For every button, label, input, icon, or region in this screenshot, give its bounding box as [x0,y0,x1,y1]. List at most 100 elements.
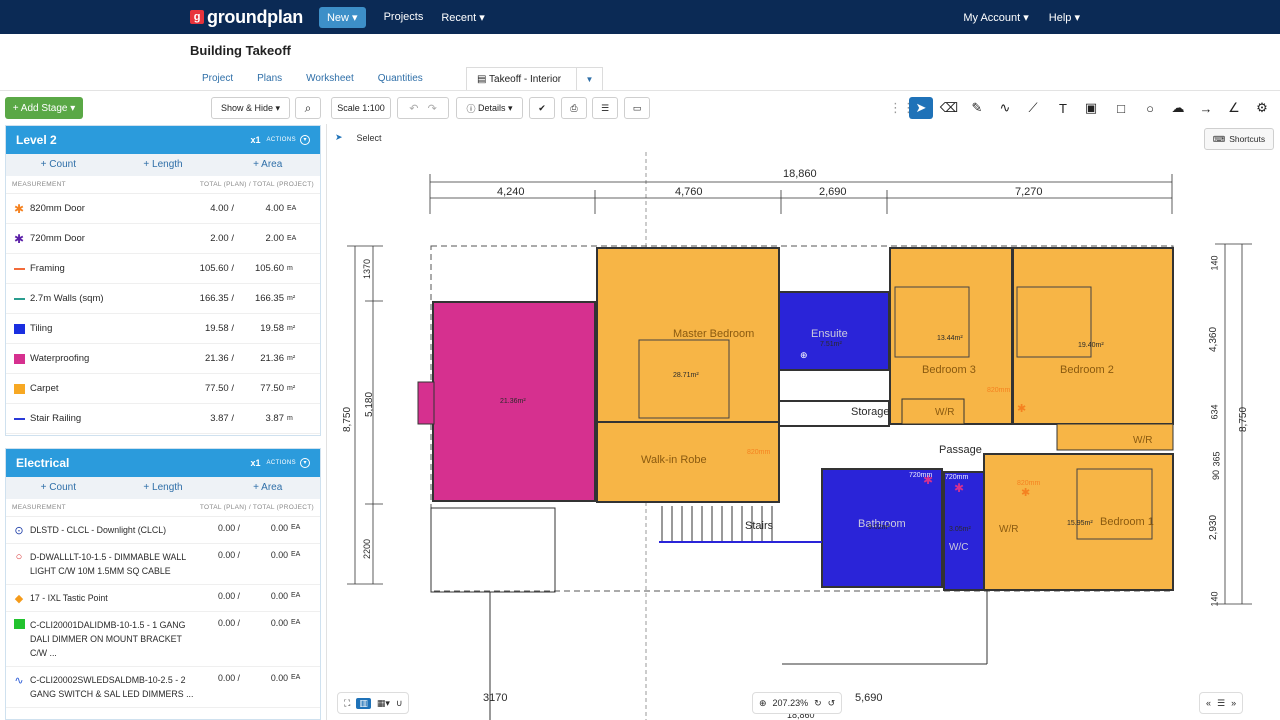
page-title: Building Takeoff [190,43,291,58]
zoom-icon[interactable]: ⊕ [759,698,767,709]
area-label: 3.05m² [949,526,971,533]
redo-icon[interactable]: ↷ [428,102,437,115]
settings-icon[interactable]: ⚙ [1250,97,1274,119]
add-length-button[interactable]: + Length [111,477,216,499]
new-button[interactable]: New ▾ [318,6,366,28]
measurement-name: Tiling [30,323,53,334]
room-label: W/R [1133,435,1153,446]
add-length-button[interactable]: + Length [111,154,216,176]
area-label: 9.02m² [868,524,890,531]
total-project: 0.00 [270,591,288,601]
tab-quantities[interactable]: Quantities [366,68,435,90]
area-label: 28.71m² [673,372,699,379]
my-account-menu[interactable]: My Account ▾ [963,11,1028,24]
panel-header[interactable]: Electrical x1 ACTIONS ▾ [6,449,320,477]
room-label: Bedroom 2 [1060,364,1114,376]
add-stage-button[interactable]: + Add Stage ▾ [5,97,83,119]
add-count-button[interactable]: + Count [6,154,111,176]
angle-icon[interactable]: ∠ [1222,97,1246,119]
select-tool-icon[interactable]: ➤ [909,97,933,119]
add-area-button[interactable]: + Area [215,154,320,176]
column-header: MEASUREMENT TOTAL (PLAN) / TOTAL (PROJEC… [6,499,320,517]
tab-plans[interactable]: Plans [245,68,294,90]
asterisk-icon: ✱ [13,201,25,216]
measurement-row[interactable]: ✱ 820mm Door 4.00 / 4.00 EA [6,194,320,224]
measurement-row[interactable]: ✱ 720mm Door 2.00 / 2.00 EA [6,224,320,254]
arrow-icon[interactable]: → [1194,97,1218,119]
fullscreen-icon[interactable]: ⛶ [344,698,350,709]
measurement-row[interactable]: 2.7m Walls (sqm) 166.35 / 166.35 m² [6,284,320,314]
tab-worksheet[interactable]: Worksheet [294,68,366,90]
rotate-left-icon[interactable]: ↺ [828,698,836,709]
tab-project[interactable]: Project [190,68,245,90]
grid-icon[interactable]: ▦▾ [377,698,390,709]
magnet-icon[interactable]: ∪ [396,698,403,709]
measurement-row[interactable]: Waterproofing 21.36 / 21.36 m² [6,344,320,374]
projects-link[interactable]: Projects [384,11,424,23]
rotate-right-icon[interactable]: ↻ [814,698,822,709]
measurement-row[interactable]: Tiling 19.58 / 19.58 m² [6,314,320,344]
recent-menu[interactable]: Recent ▾ [441,11,484,24]
help-menu[interactable]: Help ▾ [1049,11,1080,24]
circle-icon[interactable]: ○ [1138,97,1162,119]
groundplan-logo[interactable]: g groundplan [190,7,303,28]
collapse-icon[interactable]: ▾ [300,135,310,145]
details-button[interactable]: ⓘ Details ▾ [456,97,523,119]
measurement-row[interactable]: C-CLI20001DALIDMB-10-1.5 - 1 GANG DALI D… [6,612,320,667]
measurement-row[interactable]: ○ D-DWALLLT-10-1.5 - DIMMABLE WALL LIGHT … [6,544,320,585]
takeoff-dropdown-button[interactable]: ▼ [576,68,602,90]
pen-icon[interactable]: ✎ [965,97,989,119]
plan-canvas[interactable]: ➤ Select ⌨ Shortcuts ⊕ ✱ ✱ ✱ ✱ 18,860 4,… [326,124,1280,720]
last-page-icon[interactable]: » [1231,698,1236,708]
room-label: Stairs [745,520,774,532]
actions-menu[interactable]: ACTIONS [267,460,296,466]
undo-icon[interactable]: ↶ [409,102,418,115]
circle-icon: ○ [15,551,23,563]
check-icon[interactable]: ✔ [529,97,555,119]
top-navbar: g groundplan New ▾ Projects Recent ▾ My … [0,0,1280,34]
add-area-button[interactable]: + Area [215,477,320,499]
measurement-name: 17 - IXL Tastic Point [30,593,108,603]
add-measurement-row: + Count + Length + Area [6,477,320,499]
actions-menu[interactable]: ACTIONS [267,137,296,143]
rectangle-icon[interactable]: □ [1109,97,1133,119]
square-icon [12,323,26,335]
panel-header[interactable]: Level 2 x1 ACTIONS ▾ [6,126,320,154]
image-icon[interactable]: ▣ [1079,97,1103,119]
add-count-button[interactable]: + Count [6,477,111,499]
measurement-row[interactable]: Stair Railing 3.87 / 3.87 m [6,404,320,434]
text-tool-icon[interactable]: T [1051,97,1075,119]
measurement-row[interactable]: Framing 105.60 / 105.60 m [6,254,320,284]
floor-plan[interactable]: ⊕ ✱ ✱ ✱ ✱ [327,124,1280,720]
scale-button[interactable]: Scale 1:100 [331,97,391,119]
measurement-row[interactable]: ◆ 17 - IXL Tastic Point 0.00 / 0.00 EA [6,585,320,612]
line-icon [12,413,26,425]
cloud-icon[interactable]: ☁ [1166,97,1190,119]
first-page-icon[interactable]: « [1206,698,1211,708]
measurement-row[interactable]: ∿ C-CLI20002SWLEDSALDMB-10-2.5 - 2 GANG S… [6,667,320,708]
total-plan: 2.00 / [210,233,234,244]
door-label: 820mm [1017,480,1041,487]
dim-right-6: 90 [1211,469,1222,481]
tab-takeoff-interior[interactable]: ▤ Takeoff - Interior ▼ [466,67,603,90]
room-label: W/R [999,524,1019,535]
measurement-row[interactable]: ⊙ DLSTD - CLCL - Downlight (CLCL) 0.00 / 0.… [6,517,320,544]
comment-icon[interactable]: ▭ [624,97,650,119]
total-project: 0.00 [270,673,288,683]
asterisk-icon: ✱ [13,231,25,246]
list-icon[interactable]: ☰ [592,97,618,119]
curve-icon[interactable]: ∿ [993,97,1017,119]
show-hide-button[interactable]: Show & Hide ▾ [211,97,290,119]
measurement-row[interactable]: Carpet 77.50 / 77.50 m² [6,374,320,404]
ruler-icon[interactable]: ⟋ [1021,97,1045,119]
collapse-icon[interactable]: ▾ [300,458,310,468]
undo-redo-group: ↶ ↷ [397,97,449,119]
dim-right-1: 140 [1209,255,1220,271]
export-icon[interactable]: ⎙ [561,97,587,119]
stack-icon[interactable]: ☰ [1217,698,1225,709]
search-icon[interactable]: ⌕ [295,97,321,119]
area-label: 13.44m² [937,335,963,342]
eraser-icon[interactable]: ⌫ [937,97,961,119]
panel-toggle-icon[interactable]: ▥ [356,697,371,709]
dim-top-3: 2,690 [819,186,847,198]
